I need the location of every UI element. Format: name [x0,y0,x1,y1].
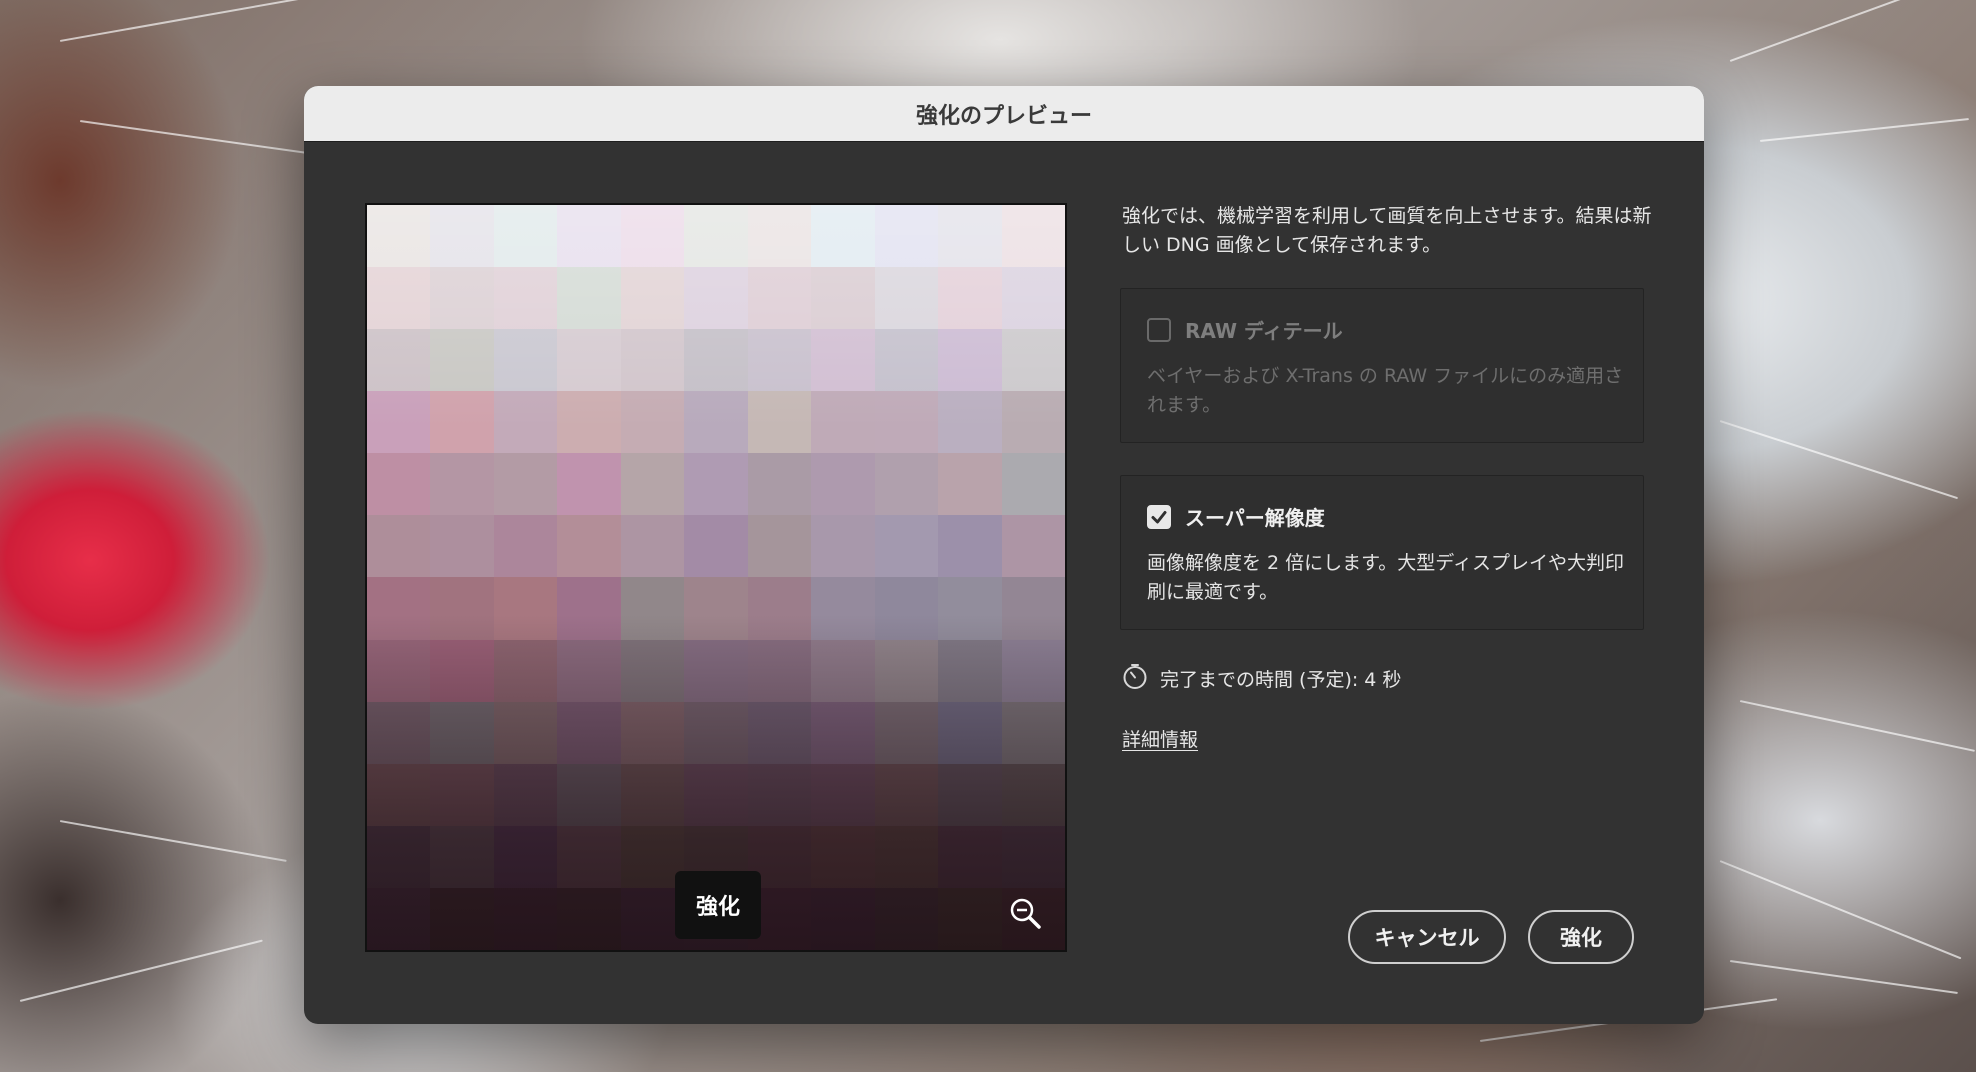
enhance-button[interactable]: 強化 [1528,910,1634,964]
enhance-preview-dialog: 強化のプレビュー 強化 強化では、機械学習を利用して画質を向上させます。結果は新… [304,86,1704,1024]
learn-more-link[interactable]: 詳細情報 [1122,725,1198,752]
checkmark-icon [1151,510,1167,523]
dialog-title: 強化のプレビュー [915,103,1092,129]
image-preview[interactable]: 強化 [365,203,1067,952]
raw-detail-description: ベイヤーおよび X-Trans の RAW ファイルにのみ適用されます。 [1147,365,1624,416]
dialog-titlebar[interactable]: 強化のプレビュー [304,86,1704,142]
enhance-description: 強化では、機械学習を利用して画質を向上させます。結果は新しい DNG 画像として… [1122,205,1652,256]
super-resolution-label: スーパー解像度 [1185,506,1325,530]
raw-detail-label: RAW ディテール [1185,319,1343,343]
super-resolution-option: スーパー解像度 画像解像度を 2 倍にします。大型ディスプレイや大判印刷に最適で… [1120,475,1644,630]
super-resolution-description: 画像解像度を 2 倍にします。大型ディスプレイや大判印刷に最適です。 [1147,552,1624,603]
cancel-button[interactable]: キャンセル [1348,910,1506,964]
raw-detail-checkbox[interactable] [1147,317,1171,342]
raw-detail-option: RAW ディテール ベイヤーおよび X-Trans の RAW ファイルにのみ適… [1120,288,1644,443]
stopwatch-icon [1122,662,1148,695]
estimated-time: 完了までの時間 (予定): 4 秒 [1122,662,1401,695]
super-resolution-checkbox[interactable] [1147,504,1171,529]
preview-enhance-label[interactable]: 強化 [675,871,761,939]
zoom-out-icon[interactable] [1007,895,1045,933]
estimated-time-text: 完了までの時間 (予定): 4 秒 [1160,669,1402,691]
preview-image-mosaic [367,205,1065,950]
